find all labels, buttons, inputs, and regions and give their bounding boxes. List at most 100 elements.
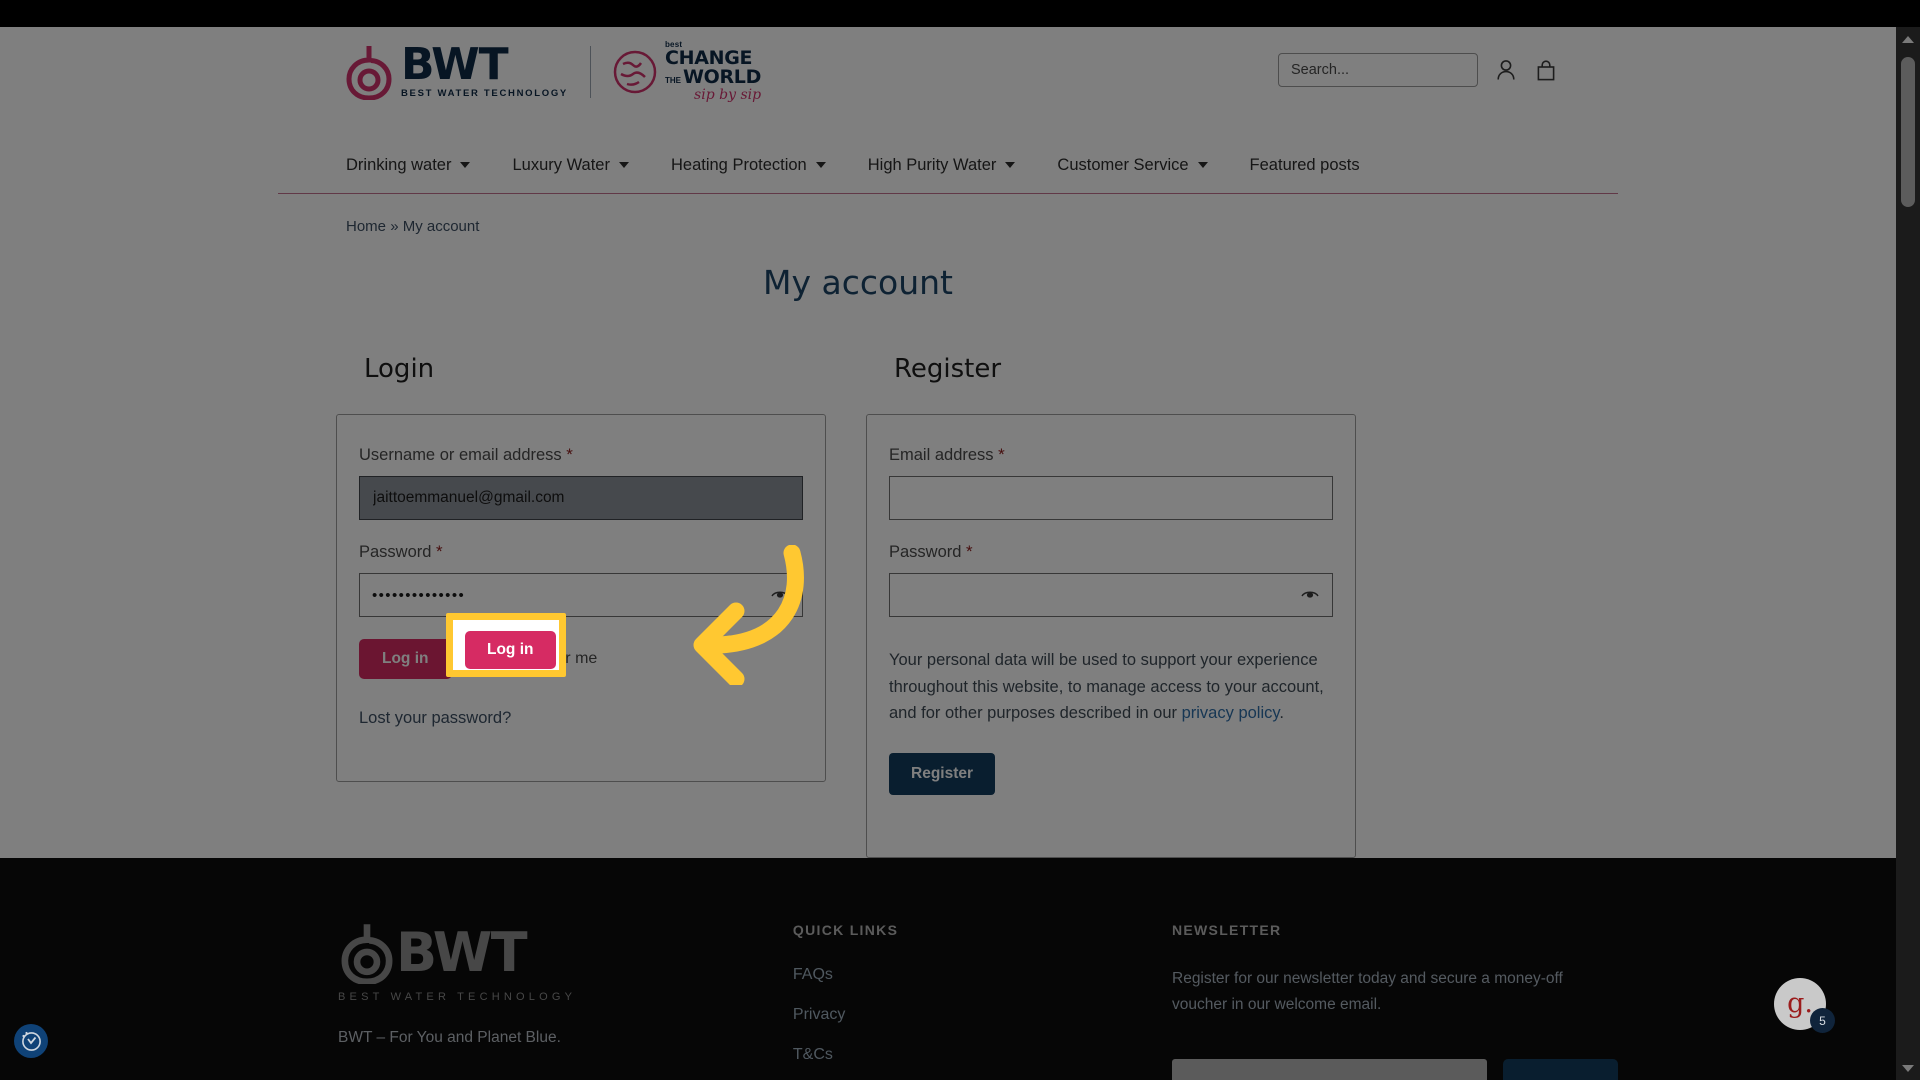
register-password-input[interactable] — [889, 573, 1333, 617]
chevron-up-icon — [1902, 35, 1914, 43]
nav-item-customer-service[interactable]: Customer Service — [1057, 156, 1208, 175]
footer-logo-tagline: BEST WATER TECHNOLOGY — [338, 991, 577, 1003]
register-button[interactable]: Register — [889, 753, 996, 796]
register-column: Register Email address * Password * Your… — [866, 354, 1356, 858]
register-password-label-text: Password — [889, 543, 962, 561]
bwt-droplet-icon — [341, 924, 393, 984]
site-header: BWT BEST WATER TECHNOLOGY best CHANGE TH… — [278, 27, 1618, 137]
scroll-down-button[interactable] — [1896, 1056, 1920, 1080]
password-input[interactable] — [359, 573, 803, 617]
quick-links-heading: QUICK LINKS — [792, 922, 899, 938]
newsletter-subscribe-button[interactable] — [1503, 1058, 1618, 1080]
site-logo[interactable]: BWT BEST WATER TECHNOLOGY best CHANGE TH… — [343, 41, 761, 102]
register-panel: Email address * Password * Your personal… — [866, 414, 1356, 858]
logo-text: BWT BEST WATER TECHNOLOGY — [401, 38, 568, 100]
register-email-label-text: Email address — [889, 446, 994, 464]
shopping-bag-icon[interactable] — [1534, 56, 1558, 84]
ctw-world-row: THE WORLD — [665, 68, 761, 87]
ctw-text: best CHANGE THE WORLD sip by sip — [665, 41, 762, 103]
logo-tagline: BEST WATER TECHNOLOGY — [401, 88, 568, 100]
page-viewport: BWT BEST WATER TECHNOLOGY best CHANGE TH… — [0, 27, 1896, 1080]
chat-unread-badge: 5 — [1810, 1008, 1835, 1033]
privacy-policy-link[interactable]: privacy policy — [1182, 704, 1280, 722]
password-field-block: Password * •••••••••••••• — [359, 542, 803, 617]
nav-item-high-purity-water[interactable]: High Purity Water — [868, 156, 1016, 175]
header-actions — [1278, 53, 1558, 87]
nav-item-heating-protection[interactable]: Heating Protection — [671, 156, 826, 175]
password-input-wrapper: •••••••••••••• — [359, 573, 803, 617]
register-heading: Register — [894, 354, 1002, 384]
page-title: My account — [763, 263, 953, 302]
newsletter-heading: NEWSLETTER — [1172, 922, 1282, 938]
search-input[interactable] — [1278, 53, 1478, 87]
highlighted-login-button[interactable]: Log in — [465, 631, 556, 669]
browser-top-bar — [0, 0, 1920, 27]
account-columns: Login Username or email address * Passwo — [278, 302, 1618, 858]
footer-columns: BWT BEST WATER TECHNOLOGY BWT – For You … — [278, 922, 1618, 1080]
change-the-world-logo: best CHANGE THE WORLD sip by sip — [613, 41, 761, 102]
main-navigation: Drinking water Luxury Water Heating Prot… — [278, 137, 1618, 193]
footer-brand-column: BWT BEST WATER TECHNOLOGY BWT – For You … — [338, 922, 793, 1080]
login-button[interactable]: Log in — [359, 639, 452, 679]
nav-label: High Purity Water — [867, 155, 997, 174]
nav-label: Featured posts — [1249, 155, 1360, 174]
content-container: Home » My account My account Login Usern… — [278, 194, 1618, 858]
breadcrumb-current: My account — [402, 218, 480, 235]
required-marker: * — [966, 542, 973, 561]
header-container: BWT BEST WATER TECHNOLOGY best CHANGE TH… — [278, 27, 1618, 193]
chevron-down-icon — [815, 162, 826, 168]
footer-newsletter-column: NEWSLETTER Register for our newsletter t… — [1172, 922, 1618, 1080]
register-email-input[interactable] — [889, 476, 1333, 520]
footer-link-privacy[interactable]: Privacy — [793, 1006, 1172, 1024]
chat-widget-letter: g. — [1787, 987, 1813, 1019]
newsletter-form — [1172, 1058, 1618, 1080]
footer-logo: BWT — [338, 922, 793, 984]
bwt-droplet-icon — [343, 44, 395, 100]
login-column: Login Username or email address * Passwo — [336, 354, 826, 858]
nav-label: Heating Protection — [670, 155, 807, 174]
logo-brand: BWT — [401, 38, 509, 90]
password-label-text: Password — [359, 543, 432, 561]
username-input[interactable] — [359, 476, 803, 520]
nav-label: Drinking water — [346, 155, 452, 174]
chevron-down-icon — [1197, 162, 1208, 168]
scroll-up-button[interactable] — [1896, 27, 1920, 51]
login-actions-row: Log in Remember me — [359, 639, 803, 679]
chevron-down-icon — [460, 162, 471, 168]
chevron-down-icon — [1005, 162, 1016, 168]
password-label: Password * — [359, 542, 803, 562]
footer-link-tcs[interactable]: T&Cs — [793, 1046, 1172, 1064]
breadcrumb-home-link[interactable]: Home — [346, 218, 386, 235]
eye-icon[interactable] — [1301, 587, 1319, 603]
footer-logo-brand: BWT — [396, 921, 528, 985]
login-panel: Username or email address * Password * — [336, 414, 826, 782]
register-password-field-block: Password * — [889, 542, 1333, 617]
scrollbar-thumb[interactable] — [1901, 57, 1915, 207]
register-email-label: Email address * — [889, 445, 1333, 465]
ctw-the: THE — [664, 76, 681, 85]
nav-item-drinking-water[interactable]: Drinking water — [346, 155, 471, 175]
breadcrumb-separator: » — [390, 218, 399, 235]
accessibility-widget-button[interactable] — [14, 1024, 48, 1058]
lost-password-link[interactable]: Lost your password? — [359, 709, 803, 728]
ctw-world: WORLD — [682, 66, 762, 88]
page-scrollbar[interactable] — [1896, 27, 1920, 1080]
required-marker: * — [436, 542, 443, 561]
newsletter-text: Register for our newsletter today and se… — [1172, 970, 1563, 1014]
username-label-text: Username or email address — [359, 446, 562, 464]
username-label: Username or email address * — [359, 445, 803, 465]
newsletter-email-input[interactable] — [1172, 1058, 1487, 1080]
eye-icon[interactable] — [771, 587, 789, 603]
highlight-box-login-button: Log in — [446, 613, 566, 677]
site-footer: BWT BEST WATER TECHNOLOGY BWT – For You … — [0, 858, 1896, 1080]
logo-divider — [589, 45, 591, 98]
nav-item-luxury-water[interactable]: Luxury Water — [512, 156, 629, 175]
ctw-script: sip by sip — [694, 87, 762, 103]
privacy-notice: Your personal data will be used to suppo… — [889, 647, 1333, 727]
nav-item-featured-posts[interactable]: Featured posts — [1250, 156, 1360, 175]
user-account-icon[interactable] — [1494, 56, 1518, 84]
chat-widget-button[interactable]: g. 5 — [1774, 978, 1835, 1033]
privacy-period: . — [1279, 704, 1284, 723]
breadcrumb: Home » My account — [278, 194, 1618, 235]
footer-link-faqs[interactable]: FAQs — [793, 966, 1172, 984]
